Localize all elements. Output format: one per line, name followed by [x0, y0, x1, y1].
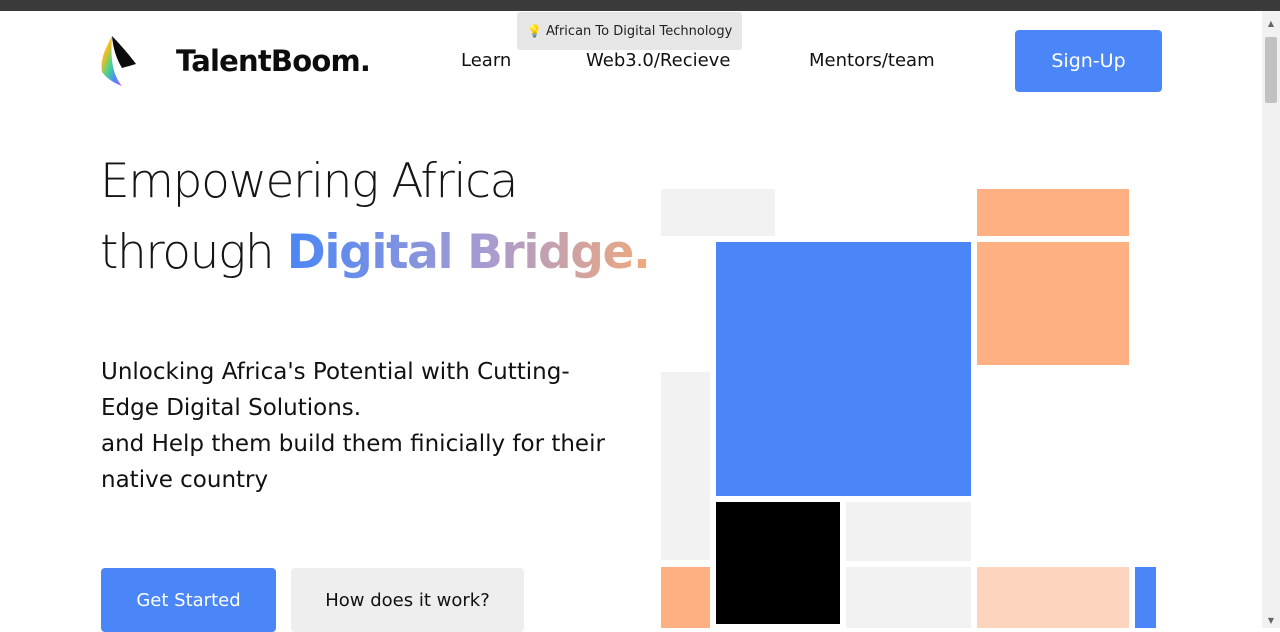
mosaic-tile-blue [1135, 567, 1156, 628]
mosaic-tile-gray [846, 567, 971, 628]
browser-top-strip [0, 0, 1280, 11]
nav-web3-recieve[interactable]: Web3.0/Recieve [586, 50, 730, 71]
scroll-up-arrow-icon[interactable]: ▲ [1262, 15, 1280, 31]
hero-title-line1: Empowering Africa [100, 154, 518, 209]
hero-title-highlight: Digital Bridge. [286, 225, 651, 280]
mosaic-tile-gray [661, 189, 775, 236]
lightbulb-icon: 💡 [527, 24, 542, 38]
mosaic-tile-blue [716, 242, 971, 496]
tooltip-text: African To Digital Technology [545, 23, 733, 39]
mosaic-tile-light-peach [977, 567, 1129, 628]
mosaic-tile-peach [977, 242, 1129, 365]
hero-title-line2: through [100, 225, 287, 280]
tooltip: 💡 African To Digital Technology [517, 12, 743, 50]
mosaic-tile-peach [661, 567, 710, 628]
mosaic-tile-peach [977, 189, 1129, 236]
rainbow-quill-icon[interactable] [98, 34, 138, 88]
vertical-scrollbar[interactable]: ▲ ▼ [1262, 11, 1280, 628]
scroll-down-arrow-icon[interactable]: ▼ [1262, 612, 1280, 628]
hero-subtitle-line2: and Help them build them finicially for … [101, 431, 605, 493]
mosaic-tile-black [716, 502, 840, 624]
get-started-button[interactable]: Get Started [101, 568, 276, 632]
nav-mentors-team[interactable]: Mentors/team [809, 50, 935, 71]
nav-learn[interactable]: Learn [461, 50, 511, 71]
hero-subtitle-line1: Unlocking Africa's Potential with Cuttin… [101, 359, 570, 421]
hero-title: Empowering Africa through Digital Bridge… [100, 146, 660, 288]
mosaic-tile-gray [846, 502, 971, 561]
how-it-works-button[interactable]: How does it work? [291, 568, 524, 632]
hero-subtitle: Unlocking Africa's Potential with Cuttin… [101, 354, 621, 498]
signup-button[interactable]: Sign-Up [1015, 30, 1162, 92]
scrollbar-thumb[interactable] [1265, 37, 1277, 103]
brand-name[interactable]: TalentBoom. [176, 44, 371, 78]
mosaic-tile-gray [661, 372, 710, 560]
